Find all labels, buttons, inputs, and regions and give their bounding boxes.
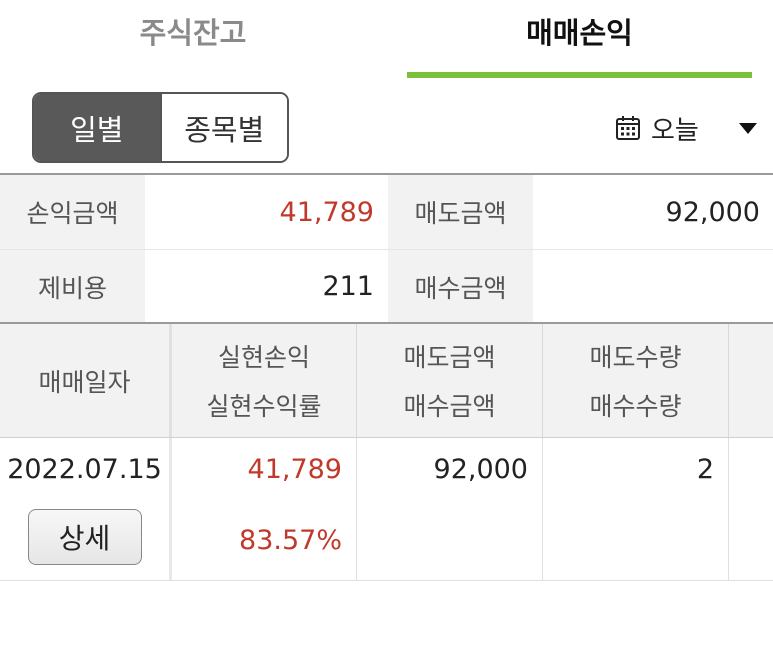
sell-amount-value: 92,000 — [665, 196, 760, 228]
active-tab-indicator — [407, 72, 752, 78]
trade-detail-table: 매매일자 실현손익 실현수익률 매도금액 매수금액 매도수량 매수수량 2022… — [0, 322, 773, 581]
date-label: 오늘 — [651, 115, 699, 146]
header-qty-col: 매도수량 매수수량 — [543, 324, 729, 437]
header-realized-col: 실현손익 실현수익률 — [172, 324, 357, 437]
header-sell-amount: 매도금액 — [403, 343, 496, 373]
sell-amount-label: 매도금액 — [388, 175, 533, 249]
buy-amount-label: 매수금액 — [388, 250, 533, 323]
header-buy-amount: 매수금액 — [403, 391, 496, 421]
tab-trade-pnl[interactable]: 매매손익 — [407, 0, 752, 78]
cell-qty: 2 — [543, 438, 729, 580]
sell-qty-cell: 2 — [696, 454, 714, 485]
summary-row: 제비용 211 매수금액 — [0, 249, 773, 323]
cell-amount: 92,000 — [357, 438, 543, 580]
fees-value: 211 — [322, 271, 374, 302]
segment-by-stock-button[interactable]: 종목별 — [159, 94, 287, 161]
chevron-down-icon — [738, 122, 757, 134]
date-dropdown[interactable]: 오늘 — [615, 108, 757, 148]
calendar-icon — [615, 115, 641, 141]
table-header: 매매일자 실현손익 실현수익률 매도금액 매수금액 매도수량 매수수량 — [0, 324, 773, 438]
top-tab-bar: 주식잔고 매매손익 — [0, 0, 773, 78]
header-trade-date-label: 매매일자 — [38, 367, 131, 397]
header-trade-date: 매매일자 — [0, 324, 172, 437]
header-overflow-col — [729, 324, 773, 437]
header-realized-pnl: 실현손익 — [217, 343, 310, 373]
cell-trade-date: 2022.07.15 상세 — [0, 438, 172, 580]
pnl-amount-label: 손익금액 — [0, 175, 145, 249]
cell-overflow — [729, 438, 773, 580]
buy-amount-value — [533, 250, 773, 323]
realized-return-value: 83.57% — [239, 525, 342, 556]
header-buy-qty: 매수수량 — [589, 391, 682, 421]
summary-row: 손익금액 41,789 매도금액 92,000 — [0, 175, 773, 249]
header-sell-qty: 매도수량 — [589, 343, 682, 373]
summary-table: 손익금액 41,789 매도금액 92,000 제비용 211 매수금액 — [0, 173, 773, 323]
realized-pnl-value: 41,789 — [247, 454, 342, 485]
fees-label: 제비용 — [0, 250, 145, 323]
table-row: 2022.07.15 상세 41,789 83.57% 92,000 2 — [0, 438, 773, 581]
pnl-amount-value: 41,789 — [279, 196, 374, 228]
detail-button[interactable]: 상세 — [27, 509, 142, 565]
cell-realized: 41,789 83.57% — [172, 438, 357, 580]
segment-daily-button[interactable]: 일별 — [34, 94, 160, 161]
header-amount-col: 매도금액 매수금액 — [357, 324, 543, 437]
tab-stock-balance[interactable]: 주식잔고 — [0, 0, 386, 78]
header-realized-return: 실현수익률 — [206, 391, 322, 421]
period-segment-control: 일별 종목별 — [32, 92, 289, 163]
trade-date-value: 2022.07.15 — [7, 454, 162, 485]
sell-amount-cell: 92,000 — [433, 454, 528, 485]
